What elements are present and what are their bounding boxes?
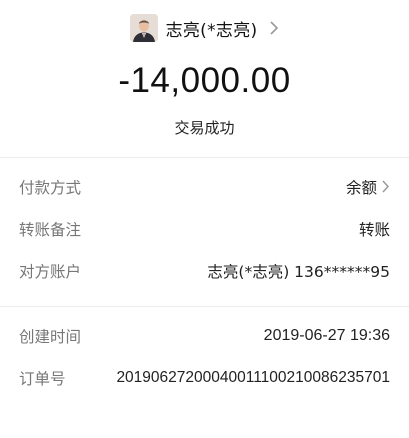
chevron-right-icon [382,180,390,193]
payment-method-label: 付款方式 [19,178,82,197]
counterparty-account-row: 对方账户 志亮(*志亮) 136******95 [19,260,390,281]
counterparty-account-label: 对方账户 [19,262,82,281]
chevron-right-icon [270,21,279,35]
order-number-row: 订单号 2019062720004001110021008623570​1 [19,367,390,391]
transaction-details: 付款方式 余额 转账备注 转账 对方账户 志亮(*志亮) 136******95 [0,158,409,307]
payment-method-row[interactable]: 付款方式 余额 [19,176,390,197]
created-time-row: 创建时间 2019-06-27 19:36 [19,325,390,346]
transfer-note-value: 转账 [358,220,390,239]
transaction-amount: -14,000.00 [118,61,291,100]
transfer-note-label: 转账备注 [19,220,82,239]
transaction-status: 交易成功 [174,119,235,137]
transaction-meta: 创建时间 2019-06-27 19:36 订单号 20190627200040… [0,307,409,391]
counterparty-account-value: 志亮(*志亮) 136******95 [207,262,390,281]
avatar [129,14,158,42]
counterparty-link[interactable]: 志亮(*志亮) [0,14,409,42]
payment-method-value: 余额 [346,176,390,198]
created-time-value: 2019-06-27 19:36 [263,326,390,344]
transaction-summary: 志亮(*志亮) -14,000.00 交易成功 [0,0,409,158]
transaction-detail-screen: 志亮(*志亮) -14,000.00 交易成功 付款方式 余额 转账备注 转账 … [0,0,409,438]
transfer-note-row: 转账备注 转账 [19,218,390,239]
order-number-label: 订单号 [19,370,66,388]
order-number-value[interactable]: 2019062720004001110021008623570​1 [98,364,390,391]
counterparty-name: 志亮(*志亮) [165,20,258,41]
created-time-label: 创建时间 [19,327,82,346]
payment-method-text: 余额 [345,178,377,197]
